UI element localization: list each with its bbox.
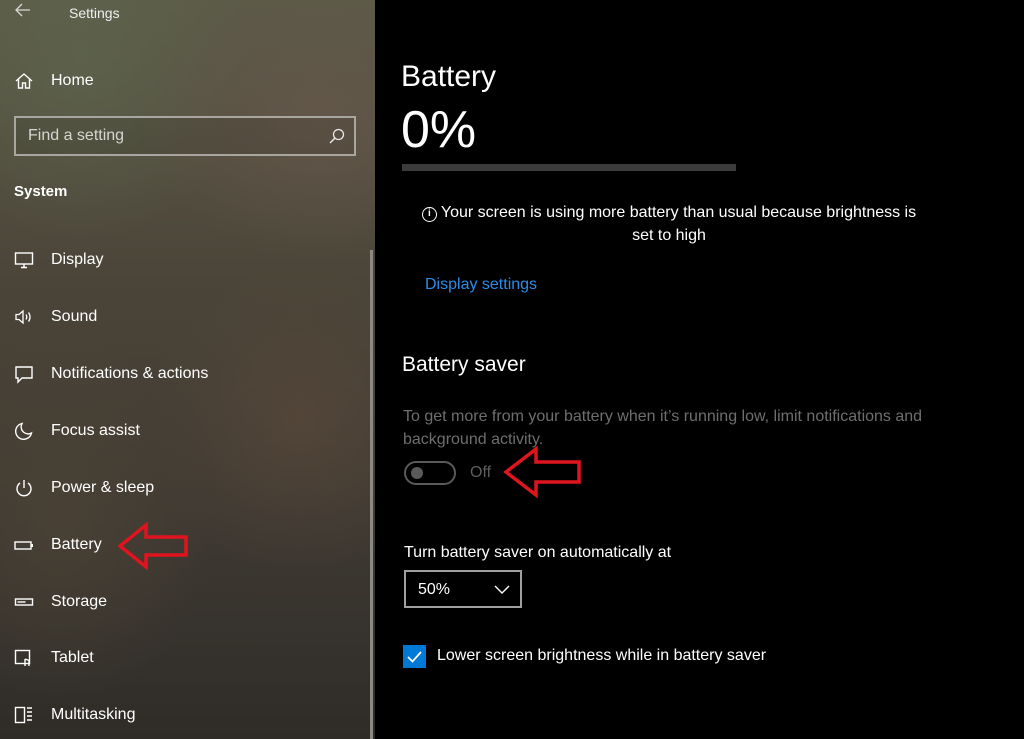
auto-battery-saver-dropdown[interactable]: 50% [404, 570, 522, 608]
storage-icon [14, 598, 34, 606]
battery-level-bar [402, 164, 736, 171]
section-label-system: System [14, 183, 68, 200]
sidebar-item-display[interactable]: Display [0, 240, 368, 280]
sidebar-item-label: Focus assist [51, 422, 140, 439]
sidebar-item-label: Multitasking [51, 706, 136, 723]
moon-icon [14, 422, 33, 441]
display-icon [14, 252, 34, 269]
sidebar-item-label: Storage [51, 593, 108, 610]
battery-saver-toggle[interactable] [404, 461, 456, 485]
brightness-warning-text: Your screen is using more battery than u… [440, 204, 917, 244]
battery-icon [14, 541, 33, 550]
multitasking-icon [14, 706, 32, 724]
lower-brightness-checkbox[interactable] [403, 645, 426, 668]
search-input[interactable] [28, 126, 318, 146]
sidebar-item-power-sleep[interactable]: Power & sleep [0, 468, 368, 508]
speaker-icon [15, 309, 31, 325]
sidebar-item-label: Sound [51, 308, 98, 325]
sidebar-item-label: Tablet [51, 649, 94, 666]
search-icon[interactable] [328, 127, 346, 145]
annotation-arrow-icon [503, 446, 581, 498]
title-bar: Settings [0, 0, 375, 28]
battery-saver-description: To get more from your battery when it’s … [403, 408, 923, 448]
brightness-warning: i Your screen is using more battery than … [409, 201, 929, 247]
lower-brightness-label: Lower screen brightness while in battery… [437, 647, 767, 664]
battery-percentage: 0% [401, 101, 477, 159]
sidebar-item-tablet[interactable]: Tablet [0, 638, 368, 678]
sidebar-item-label: Notifications & actions [51, 365, 209, 382]
sidebar-item-label: Home [51, 72, 94, 89]
power-icon [16, 480, 32, 497]
annotation-arrow-icon [118, 522, 188, 570]
sidebar-item-label: Battery [51, 536, 102, 553]
sidebar-item-notifications[interactable]: Notifications & actions [0, 354, 368, 394]
sidebar-item-label: Display [51, 251, 104, 268]
search-box[interactable] [14, 116, 356, 156]
sidebar-item-home[interactable]: Home [0, 62, 360, 100]
home-icon [15, 73, 33, 89]
back-arrow-icon [15, 3, 30, 17]
info-icon: i [421, 207, 437, 222]
sidebar-item-storage[interactable]: Storage [0, 582, 368, 622]
notification-icon [15, 366, 33, 384]
sidebar: Settings Home System Display Sound [0, 0, 375, 739]
page-title: Battery [401, 60, 497, 93]
main-content: Battery 0% i Your screen is using more ba… [375, 0, 1024, 739]
auto-battery-saver-label: Turn battery saver on automatically at [404, 544, 672, 561]
checkmark-icon [407, 651, 422, 663]
back-button[interactable] [12, 3, 34, 23]
sidebar-item-focus-assist[interactable]: Focus assist [0, 411, 368, 451]
sidebar-item-label: Power & sleep [51, 479, 155, 496]
chevron-down-icon [494, 585, 510, 594]
tablet-icon [14, 649, 31, 666]
battery-saver-toggle-state: Off [470, 464, 492, 481]
display-settings-link[interactable]: Display settings [425, 276, 537, 294]
dropdown-value: 50% [418, 581, 451, 598]
toggle-knob [411, 467, 423, 479]
battery-saver-heading: Battery saver [402, 353, 526, 376]
sidebar-item-multitasking[interactable]: Multitasking [0, 695, 368, 735]
window-title: Settings [69, 5, 120, 21]
sidebar-scrollbar[interactable] [370, 250, 373, 739]
sidebar-item-sound[interactable]: Sound [0, 297, 368, 337]
